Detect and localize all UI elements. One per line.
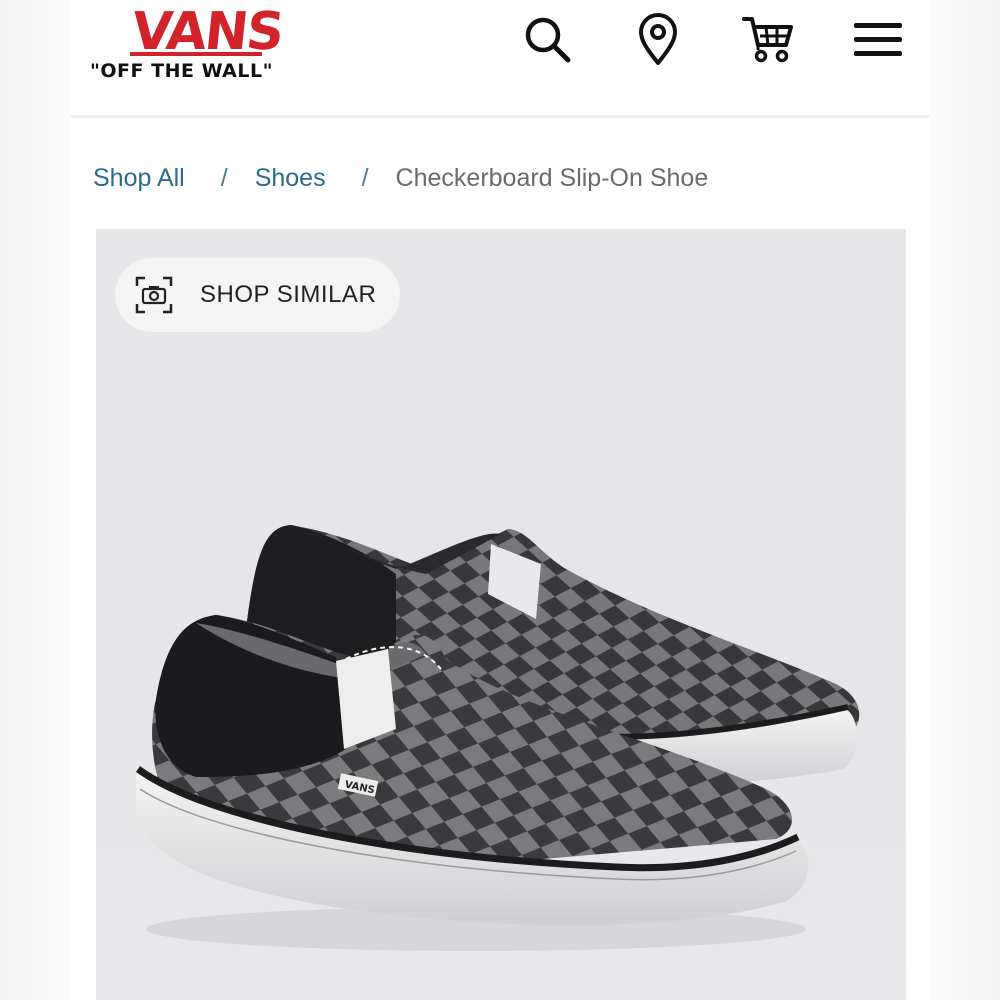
menu-icon[interactable] [848, 10, 908, 70]
breadcrumb-separator: / [220, 163, 228, 192]
page-edge-left [0, 0, 70, 1000]
breadcrumb-shop-all[interactable]: Shop All [93, 164, 185, 193]
location-pin-icon[interactable] [628, 10, 688, 70]
visual-search-camera-icon [135, 276, 173, 314]
page-edge-right [930, 0, 1000, 1000]
shop-similar-button[interactable]: SHOP SIMILAR [115, 258, 400, 332]
product-image-area[interactable]: VANS SHOP SIMILAR [96, 229, 906, 1000]
logo-underline [130, 52, 262, 56]
search-icon[interactable] [518, 10, 578, 70]
breadcrumb-shoes[interactable]: Shoes [255, 164, 326, 193]
breadcrumb: Shop All / Shoes / Checkerboard Slip-On … [93, 158, 708, 198]
breadcrumb-separator: / [361, 163, 369, 192]
shop-similar-label: SHOP SIMILAR [200, 281, 377, 308]
breadcrumb-current-page: Checkerboard Slip-On Shoe [395, 163, 709, 192]
vans-logo[interactable]: VANS "OFF THE WALL" [90, 2, 290, 86]
product-image-shoes: VANS [135, 525, 860, 951]
logo-wordmark: VANS [128, 2, 286, 62]
site-header: VANS "OFF THE WALL" [70, 0, 930, 118]
cart-icon[interactable] [738, 10, 798, 70]
logo-tagline: "OFF THE WALL" [90, 60, 274, 82]
